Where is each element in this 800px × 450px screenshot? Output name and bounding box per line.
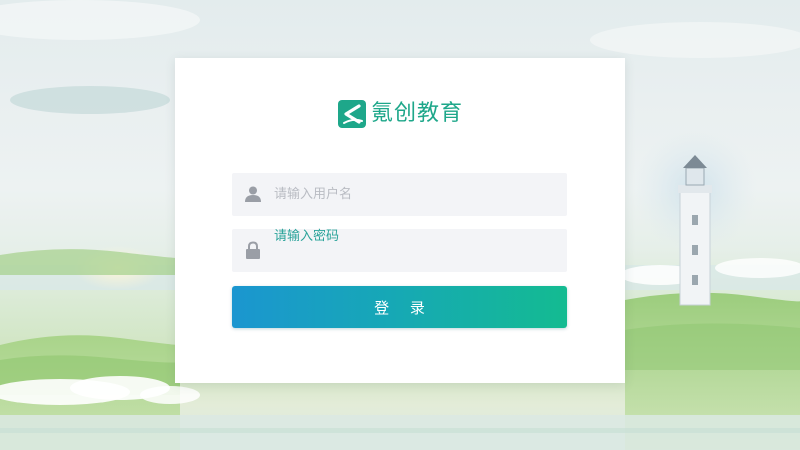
brand-name: 氪创教育 [371,101,464,126]
brand-logo-icon [338,100,366,128]
far-hill [0,249,180,275]
cloud [140,386,200,404]
login-card: 氪创教育 请输入密码 登 录 [175,58,625,383]
lock-icon [246,241,260,259]
password-field[interactable]: 请输入密码 [232,229,567,272]
cloud [0,0,200,40]
brand-logo: 氪创教育 [337,98,463,130]
username-input[interactable] [274,173,554,216]
login-screen: 氪创教育 请输入密码 登 录 [0,0,800,450]
username-field[interactable] [232,173,567,216]
password-input[interactable] [274,229,554,272]
user-icon [245,186,261,202]
login-button[interactable]: 登 录 [232,286,567,328]
cloud [590,22,800,58]
bottom-water-line [0,428,800,433]
cloud [10,86,170,114]
right-grass [625,323,800,370]
